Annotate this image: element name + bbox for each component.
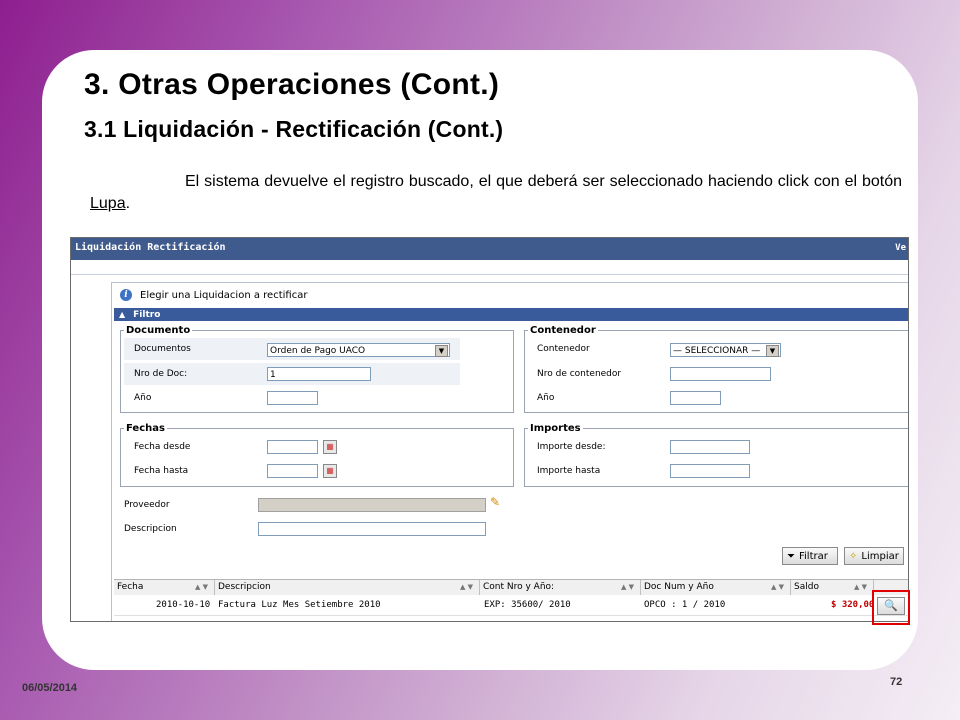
- fecha-hasta-input[interactable]: [267, 464, 318, 478]
- contenedor-select[interactable]: — SELECCIONAR — ▼: [670, 343, 781, 357]
- fecha-desde-input[interactable]: [267, 440, 318, 454]
- app-header-right: Ve: [895, 243, 906, 253]
- results-grid-header: Fecha ▲ ▼ Descripcion ▲ ▼ Cont Nro y Año: ▲…: [114, 579, 908, 596]
- lupa-link-text: Lupa: [90, 195, 126, 212]
- chevron-down-icon[interactable]: ▼: [766, 345, 779, 357]
- instruction-label: Elegir una Liquidacion a rectificar: [140, 290, 308, 301]
- contenedor-anio-input[interactable]: [670, 391, 721, 405]
- sort-arrows-icon[interactable]: ▲ ▼: [621, 580, 634, 595]
- nro-contenedor-input[interactable]: [670, 367, 771, 381]
- importe-hasta-label: Importe hasta: [537, 466, 601, 476]
- column-header-fecha[interactable]: Fecha ▲ ▼: [114, 580, 215, 595]
- contenedor-anio-label: Año: [537, 393, 555, 403]
- anio-input[interactable]: [267, 391, 318, 405]
- filter-bar[interactable]: ▲ Filtro: [114, 308, 908, 321]
- app-header: Liquidación Rectificación Ve: [71, 238, 908, 260]
- sort-arrows-icon[interactable]: ▲ ▼: [460, 580, 473, 595]
- column-header-cont[interactable]: Cont Nro y Año: ▲ ▼: [480, 580, 641, 595]
- funnel-icon: ⏷: [787, 551, 795, 562]
- documentos-select[interactable]: Orden de Pago UACO ▼: [267, 343, 450, 357]
- cell-doc: OPCO : 1 / 2010: [644, 600, 726, 610]
- app-window: Liquidación Rectificación Ve i Elegir una…: [70, 237, 909, 622]
- calendar-icon[interactable]: ▦: [323, 440, 337, 454]
- page-number: 72: [890, 676, 903, 688]
- app-header-title: Liquidación Rectificación: [75, 242, 226, 253]
- descripcion-input[interactable]: [258, 522, 486, 536]
- filter-bar-label: Filtro: [133, 310, 161, 320]
- sort-arrows-icon[interactable]: ▲ ▼: [195, 580, 208, 595]
- importe-desde-label: Importe desde:: [537, 442, 606, 452]
- cell-cont: EXP: 35600/ 2010: [484, 600, 571, 610]
- contenedor-label: Contenedor: [537, 344, 590, 354]
- documentos-label: Documentos: [134, 344, 191, 354]
- nro-contenedor-label: Nro de contenedor: [537, 369, 622, 379]
- slide-paragraph: El sistema devuelve el registro buscado,…: [90, 171, 902, 215]
- limpiar-label: Limpiar: [861, 551, 899, 562]
- filtrar-button[interactable]: ⏷ Filtrar: [782, 547, 838, 565]
- app-subheader: [71, 260, 908, 275]
- footer-date: 06/05/2014: [22, 682, 78, 694]
- info-icon: i: [120, 289, 132, 301]
- sort-arrows-icon[interactable]: ▲ ▼: [854, 580, 867, 595]
- collapse-triangle-icon[interactable]: ▲: [119, 310, 125, 319]
- column-header-label: Descripcion: [218, 582, 271, 592]
- chevron-down-icon[interactable]: ▼: [435, 345, 448, 357]
- descripcion-label: Descripcion: [124, 524, 177, 534]
- column-header-saldo[interactable]: Saldo ▲ ▼: [791, 580, 874, 595]
- sort-arrows-icon[interactable]: ▲ ▼: [771, 580, 784, 595]
- contenedor-value: — SELECCIONAR —: [673, 346, 761, 356]
- fecha-hasta-label: Fecha hasta: [134, 466, 189, 476]
- column-header-label: Cont Nro y Año:: [483, 582, 555, 592]
- documentos-value: Orden de Pago UACO: [270, 346, 366, 356]
- importes-legend: Importes: [530, 423, 581, 434]
- column-header-label: Saldo: [794, 582, 819, 592]
- broom-icon: ✧: [849, 551, 858, 562]
- nro-doc-label: Nro de Doc:: [134, 369, 188, 379]
- contenedor-legend: Contenedor: [530, 325, 596, 336]
- cell-descripcion: Factura Luz Mes Setiembre 2010: [218, 600, 381, 610]
- calendar-icon[interactable]: ▦: [323, 464, 337, 478]
- edit-pencil-icon[interactable]: ✎: [490, 495, 500, 509]
- slide-title: 3. Otras Operaciones (Cont.): [84, 68, 500, 101]
- documento-legend: Documento: [126, 325, 191, 336]
- filter-panel: i Elegir una Liquidacion a rectificar ▲ Fi…: [111, 282, 908, 621]
- nro-doc-input[interactable]: 1: [267, 367, 371, 381]
- lupa-highlight-box: [872, 590, 910, 625]
- proveedor-label: Proveedor: [124, 500, 170, 510]
- column-header-doc[interactable]: Doc Num y Año ▲ ▼: [641, 580, 791, 595]
- cell-fecha: 2010-10-10: [156, 600, 211, 610]
- importe-hasta-input[interactable]: [670, 464, 750, 478]
- proveedor-input: [258, 498, 486, 512]
- instruction-text: i Elegir una Liquidacion a rectificar: [120, 289, 307, 301]
- cell-saldo: $ 320,00: [831, 600, 875, 610]
- slide-subtitle: 3.1 Liquidación - Rectificación (Cont.): [84, 116, 504, 142]
- limpiar-button[interactable]: ✧ Limpiar: [844, 547, 904, 565]
- anio-label: Año: [134, 393, 152, 403]
- fecha-desde-label: Fecha desde: [134, 442, 191, 452]
- paragraph-end: .: [125, 195, 131, 212]
- column-header-descripcion[interactable]: Descripcion ▲ ▼: [215, 580, 480, 595]
- column-header-label: Fecha: [117, 582, 144, 592]
- importe-desde-input[interactable]: [670, 440, 750, 454]
- fechas-legend: Fechas: [126, 423, 165, 434]
- column-header-label: Doc Num y Año: [644, 582, 714, 592]
- table-row[interactable]: 2010-10-10 Factura Luz Mes Setiembre 201…: [114, 595, 908, 616]
- filtrar-label: Filtrar: [799, 551, 828, 562]
- paragraph-text: El sistema devuelve el registro buscado,…: [185, 173, 902, 190]
